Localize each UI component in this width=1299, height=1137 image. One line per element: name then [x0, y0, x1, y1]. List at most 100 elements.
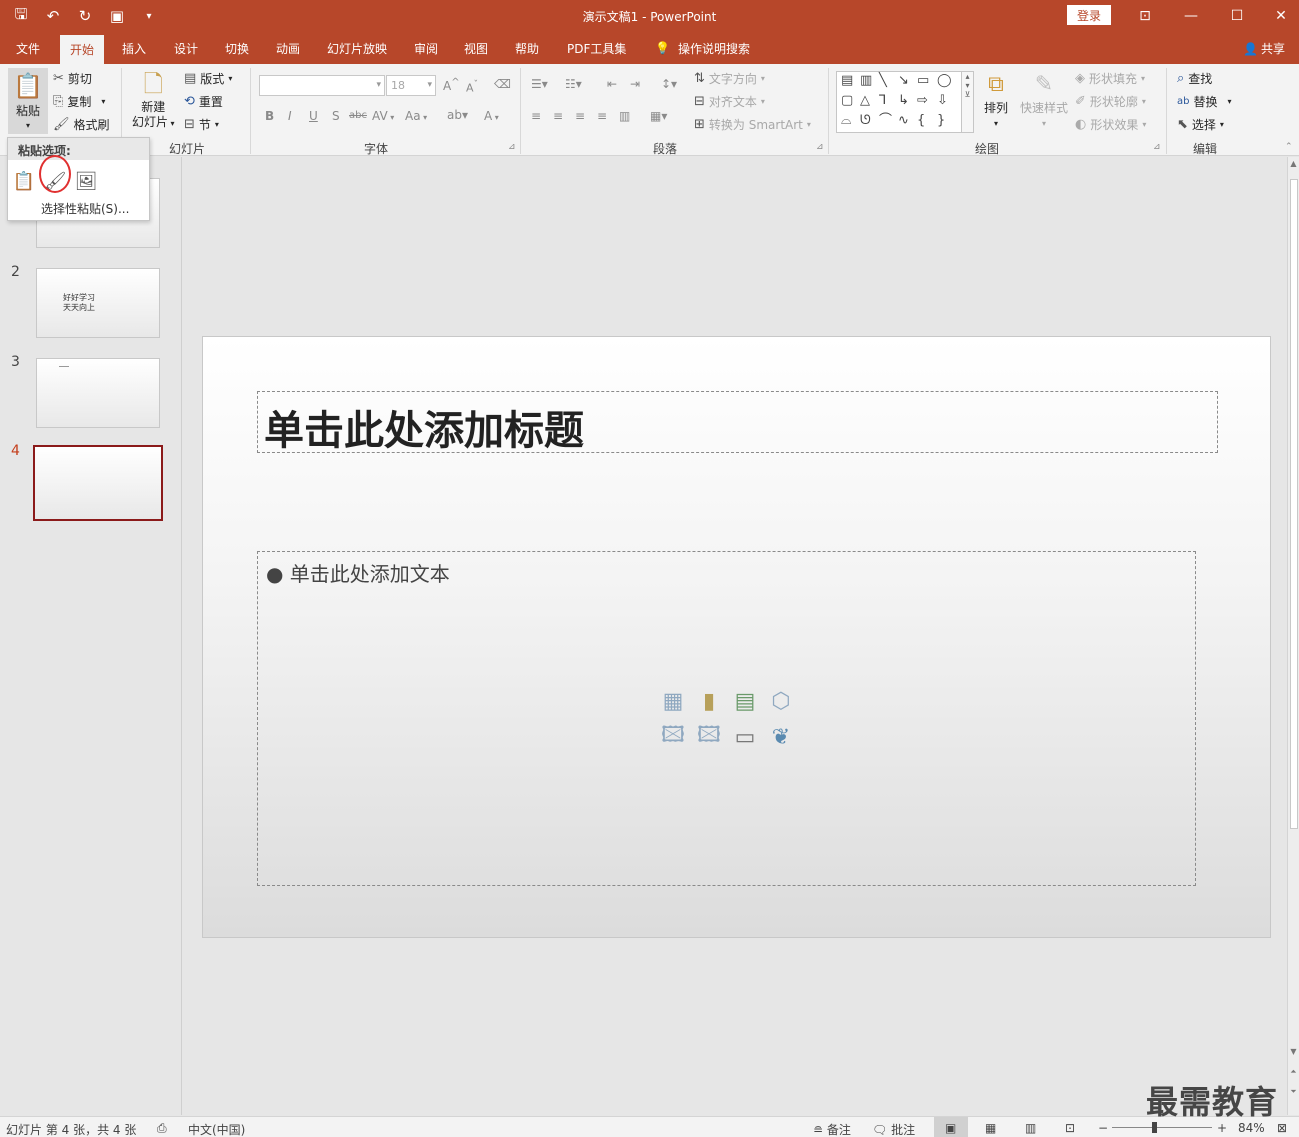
scroll-up-icon[interactable]: ▲ [1288, 159, 1299, 173]
shape-effects-button[interactable]: ◐ 形状效果 ▾ [1075, 116, 1146, 133]
shape-fill-button[interactable]: ◈ 形状填充 ▾ [1075, 70, 1145, 87]
zoom-slider-handle[interactable] [1152, 1122, 1157, 1133]
login-button[interactable]: 登录 [1067, 5, 1111, 25]
arrange-button[interactable]: ⧉ 排列 ▾ [984, 70, 1008, 132]
dialog-launcher-icon[interactable]: ⊿ [1153, 142, 1161, 152]
slide-thumbnail-3[interactable] [36, 358, 160, 428]
paste-button[interactable]: 📋 粘贴 ▾ [8, 68, 48, 134]
tab-file[interactable]: 文件 [6, 32, 50, 64]
tab-review[interactable]: 审阅 [404, 32, 448, 64]
vertical-scrollbar[interactable]: ▲ ▼ ⏶ ⏷ [1287, 157, 1299, 1115]
gallery-scrollbar[interactable]: ▴ ▾ ⊻ [961, 72, 973, 132]
paste-keep-source-icon[interactable]: 📋 [12, 168, 36, 194]
rectangle-shape-icon[interactable]: ▭ [917, 74, 929, 88]
rounded-rect-shape-icon[interactable]: ▢ [841, 94, 853, 108]
scrollbar-thumb[interactable] [1290, 179, 1298, 829]
change-case-button[interactable]: Aa ▾ [405, 109, 427, 123]
italic-button[interactable]: I [288, 109, 292, 123]
right-arrow-shape-icon[interactable]: ⇨ [917, 94, 928, 108]
reset-button[interactable]: ⟲ 重置 [184, 93, 223, 110]
scroll-down-icon[interactable]: ▼ [1288, 1047, 1299, 1061]
shapes-gallery[interactable]: ▤ ▥ ╲ ↘ ▭ ◯ ▢ △ ⅂ ↳ ⇨ ⇩ ⌓ ᘎ ⌒ ∿ { } ▴ ▾ ⊻ [836, 71, 974, 133]
shape-outline-button[interactable]: ✐ 形状轮廓 ▾ [1075, 93, 1146, 110]
align-center-icon[interactable]: ≡ [553, 109, 563, 123]
decrease-indent-icon[interactable]: ⇤ [607, 77, 617, 91]
cut-button[interactable]: ✂ 剪切 [53, 70, 92, 87]
increase-indent-icon[interactable]: ⇥ [630, 77, 640, 91]
shrink-font-icon[interactable]: Aˇ [466, 79, 478, 95]
insert-online-picture-icon[interactable]: 🖾 [694, 722, 724, 752]
char-spacing-button[interactable]: AV ▾ [372, 109, 394, 123]
tab-slideshow[interactable]: 幻灯片放映 [317, 32, 397, 64]
line-spacing-icon[interactable]: ↕▾ [661, 77, 677, 91]
numbering-icon[interactable]: ☷▾ [565, 77, 582, 91]
highlight-icon[interactable]: ab▾ [447, 108, 468, 122]
comments-button[interactable]: 🗨 批注 [872, 1121, 915, 1137]
tab-help[interactable]: 帮助 [505, 32, 549, 64]
align-right-icon[interactable]: ≡ [575, 109, 585, 123]
down-arrow-shape-icon[interactable]: ⇩ [937, 94, 948, 108]
customize-qat-icon[interactable]: ▾ [138, 5, 160, 27]
left-brace-shape-icon[interactable]: { [917, 114, 925, 128]
tab-pdf-tools[interactable]: PDF工具集 [557, 32, 636, 64]
next-slide-icon[interactable]: ⏷ [1288, 1087, 1299, 1101]
line-shape-icon[interactable]: ╲ [879, 74, 887, 88]
paste-picture-icon[interactable]: 🖼 [74, 168, 98, 194]
minimize-icon[interactable]: — [1168, 0, 1214, 32]
share-button[interactable]: 👤 共享 [1243, 40, 1285, 57]
text-direction-button[interactable]: ⇅ 文字方向 ▾ [694, 70, 765, 87]
select-button[interactable]: ⬉ 选择 ▾ [1177, 116, 1224, 133]
insert-icons-icon[interactable]: ❦ [766, 722, 796, 752]
tell-me-search[interactable]: 💡 操作说明搜索 [645, 32, 760, 64]
redo-icon[interactable]: ↻ [74, 5, 96, 27]
normal-view-icon[interactable]: ▣ [945, 1121, 956, 1135]
elbow-connector-shape-icon[interactable]: ⅂ [879, 94, 886, 108]
spell-check-icon[interactable]: ⎙ [157, 1121, 167, 1136]
undo-icon[interactable]: ↶ [42, 5, 64, 27]
bullets-icon[interactable]: ☰▾ [531, 77, 548, 91]
collapse-ribbon-icon[interactable]: ⌃ [1285, 142, 1293, 152]
arrow-line-shape-icon[interactable]: ↘ [898, 74, 909, 88]
insert-chart-icon[interactable]: ▮ [694, 686, 724, 716]
bold-button[interactable]: B [265, 109, 274, 123]
tab-animations[interactable]: 动画 [266, 32, 310, 64]
textbox-shape-icon[interactable]: ▤ [841, 74, 853, 88]
align-text-button[interactable]: ⊟ 对齐文本 ▾ [694, 93, 765, 110]
grow-font-icon[interactable]: A^ [443, 77, 460, 93]
insert-table-icon[interactable]: ▦ [658, 686, 688, 716]
slideshow-view-icon[interactable]: ⊡ [1065, 1121, 1075, 1135]
layout-button[interactable]: ▤ 版式 ▾ [184, 70, 232, 87]
font-size-combo[interactable]: 18 ▾ [386, 75, 436, 96]
maximize-icon[interactable]: ☐ [1214, 0, 1260, 32]
triangle-shape-icon[interactable]: △ [860, 94, 870, 108]
dialog-launcher-icon[interactable]: ⊿ [508, 142, 516, 152]
insert-smartart-icon[interactable]: ▤ [730, 686, 760, 716]
clear-formatting-icon[interactable]: ⌫ [494, 77, 511, 91]
distributed-icon[interactable]: ▥ [619, 109, 630, 123]
reading-view-icon[interactable]: ▥ [1025, 1121, 1036, 1135]
zoom-out-icon[interactable]: − [1098, 1121, 1108, 1135]
save-icon[interactable]: 🖫 [10, 5, 32, 27]
copy-button[interactable]: ⎘ 复制 ▾ [53, 93, 105, 110]
zoom-slider[interactable] [1112, 1127, 1212, 1128]
insert-picture-icon[interactable]: 🖾 [658, 722, 688, 752]
slide-thumbnail-2[interactable]: 好好学习 天天向上 [36, 268, 160, 338]
zoom-level[interactable]: 84% [1238, 1121, 1265, 1135]
font-color-button[interactable]: A ▾ [484, 109, 499, 123]
font-name-combo[interactable]: ▾ [259, 75, 385, 96]
slide-sorter-icon[interactable]: ▦ [985, 1121, 996, 1135]
strikethrough-button[interactable]: abc [349, 110, 367, 121]
close-icon[interactable]: ✕ [1258, 0, 1299, 32]
tab-design[interactable]: 设计 [164, 32, 208, 64]
language-status[interactable]: 中文(中国) [188, 1121, 245, 1137]
convert-smartart-button[interactable]: ⊞ 转换为 SmartArt ▾ [694, 116, 811, 133]
notes-button[interactable]: ≘ 备注 [813, 1121, 851, 1137]
fit-to-window-icon[interactable]: ⊠ [1277, 1121, 1287, 1135]
find-button[interactable]: ⌕ 查找 [1177, 70, 1212, 87]
content-placeholder[interactable]: ● 单击此处添加文本 ▦ ▮ ▤ ⬡ 🖾 🖾 ▭ ❦ [257, 551, 1196, 886]
title-placeholder[interactable]: 单击此处添加标题 [257, 391, 1218, 454]
columns-icon[interactable]: ▦▾ [650, 109, 667, 123]
paste-special-link[interactable]: 选择性粘贴(S)... [41, 200, 129, 217]
replace-button[interactable]: ab 替换 ▾ [1177, 93, 1232, 110]
format-painter-button[interactable]: 🖌 格式刷 [53, 116, 110, 133]
